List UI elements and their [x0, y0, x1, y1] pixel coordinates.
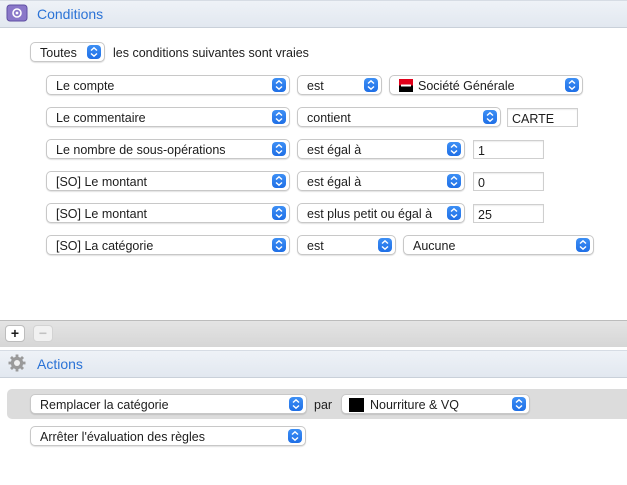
- condition-operator-select[interactable]: est égal à: [297, 171, 465, 191]
- condition-field-select[interactable]: Le nombre de sous-opérations: [46, 139, 290, 159]
- match-mode-label: Toutes: [40, 46, 77, 60]
- condition-operator-select[interactable]: est égal à: [297, 139, 465, 159]
- condition-operator-label: est égal à: [307, 175, 362, 189]
- updown-chevron-icon: [272, 206, 286, 220]
- updown-chevron-icon: [565, 78, 579, 92]
- conditions-header: Conditions: [0, 0, 627, 28]
- actions-header: Actions: [0, 350, 627, 378]
- updown-chevron-icon: [447, 174, 461, 188]
- remove-condition-button[interactable]: −: [33, 325, 53, 342]
- condition-field-label: Le commentaire: [56, 111, 146, 125]
- updown-chevron-icon: [288, 429, 302, 443]
- updown-chevron-icon: [512, 397, 526, 411]
- condition-field-label: [SO] Le montant: [56, 207, 148, 221]
- updown-chevron-icon: [272, 174, 286, 188]
- condition-value-input[interactable]: 0: [473, 172, 544, 191]
- condition-category-label: Aucune: [413, 239, 456, 253]
- match-description: les conditions suivantes sont vraies: [113, 46, 309, 60]
- action-type-label: Remplacer la catégorie: [40, 398, 169, 412]
- condition-account-select[interactable]: Société Générale: [389, 75, 583, 95]
- condition-field-select[interactable]: [SO] Le montant: [46, 171, 290, 191]
- condition-field-label: Le nombre de sous-opérations: [56, 143, 226, 157]
- condition-operator-label: contient: [307, 111, 351, 125]
- actions-title: Actions: [37, 356, 83, 372]
- action-connector: par: [314, 398, 333, 412]
- condition-field-select[interactable]: Le compte: [46, 75, 290, 95]
- condition-value-text: CARTE: [512, 112, 555, 126]
- condition-value-input[interactable]: 1: [473, 140, 544, 159]
- updown-chevron-icon: [378, 238, 392, 252]
- updown-chevron-icon: [364, 78, 378, 92]
- updown-chevron-icon: [272, 78, 286, 92]
- updown-chevron-icon: [447, 142, 461, 156]
- condition-category-select[interactable]: Aucune: [403, 235, 594, 255]
- conditions-icon: [6, 4, 28, 22]
- updown-chevron-icon: [576, 238, 590, 252]
- condition-value-text: 25: [478, 208, 492, 222]
- condition-operator-select[interactable]: est: [297, 75, 382, 95]
- match-mode-select[interactable]: Toutes: [30, 42, 105, 62]
- gear-icon: [8, 354, 26, 372]
- condition-operator-select[interactable]: est plus petit ou égal à: [297, 203, 465, 223]
- condition-value-text: 1: [478, 144, 485, 158]
- conditions-title: Conditions: [37, 6, 104, 22]
- updown-chevron-icon: [447, 206, 461, 220]
- condition-field-select[interactable]: [SO] Le montant: [46, 203, 290, 223]
- category-color-swatch: [349, 398, 364, 412]
- updown-chevron-icon: [483, 110, 497, 124]
- action-type-select[interactable]: Arrêter l'évaluation des règles: [30, 426, 306, 446]
- condition-field-label: [SO] La catégorie: [56, 239, 154, 253]
- action-category-label: Nourriture & VQ: [370, 398, 459, 412]
- condition-operator-label: est: [307, 79, 324, 93]
- updown-chevron-icon: [272, 238, 286, 252]
- condition-field-label: [SO] Le montant: [56, 175, 148, 189]
- conditions-toolbar: + −: [0, 320, 627, 347]
- action-type-label: Arrêter l'évaluation des règles: [40, 430, 205, 444]
- condition-operator-label: est: [307, 239, 324, 253]
- condition-value-text: 0: [478, 176, 485, 190]
- condition-account-label: Société Générale: [418, 79, 515, 93]
- condition-operator-select[interactable]: est: [297, 235, 396, 255]
- condition-operator-select[interactable]: contient: [297, 107, 501, 127]
- condition-field-label: Le compte: [56, 79, 115, 93]
- condition-operator-label: est égal à: [307, 143, 362, 157]
- condition-value-input[interactable]: CARTE: [507, 108, 578, 127]
- updown-chevron-icon: [289, 397, 303, 411]
- updown-chevron-icon: [272, 110, 286, 124]
- updown-chevron-icon: [272, 142, 286, 156]
- bank-logo-icon: [399, 79, 413, 92]
- action-type-select[interactable]: Remplacer la catégorie: [30, 394, 307, 414]
- condition-value-input[interactable]: 25: [473, 204, 544, 223]
- add-condition-button[interactable]: +: [5, 325, 25, 342]
- condition-operator-label: est plus petit ou égal à: [307, 207, 433, 221]
- condition-field-select[interactable]: [SO] La catégorie: [46, 235, 290, 255]
- condition-field-select[interactable]: Le commentaire: [46, 107, 290, 127]
- action-category-select[interactable]: Nourriture & VQ: [341, 394, 530, 414]
- updown-chevron-icon: [87, 45, 101, 59]
